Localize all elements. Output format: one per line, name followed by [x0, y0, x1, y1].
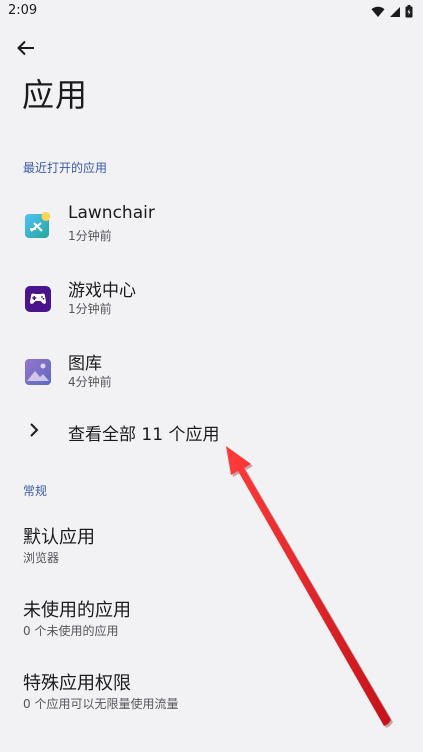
recent-app-game-center[interactable]: 游戏中心 1分钟前	[0, 276, 423, 336]
chevron-right-icon	[26, 422, 42, 438]
recent-apps-header: 最近打开的应用	[23, 161, 108, 175]
recent-app-gallery[interactable]: 图库 4分钟前	[0, 349, 423, 409]
app-last-used-game-center: 1分钟前	[68, 302, 112, 316]
gallery-app-icon	[24, 357, 52, 385]
unused-apps-title: 未使用的应用	[23, 600, 131, 621]
arrow-back-icon	[17, 40, 35, 60]
special-app-access-title: 特殊应用权限	[23, 673, 131, 694]
app-name-gallery: 图库	[68, 354, 102, 374]
special-app-access-item[interactable]: 特殊应用权限 0 个应用可以无限量使用流量	[0, 669, 423, 719]
see-all-apps-label: 查看全部 11 个应用	[68, 425, 220, 445]
lawnchair-app-icon	[24, 211, 52, 239]
default-apps-summary: 浏览器	[23, 551, 60, 565]
see-all-apps-button[interactable]: 查看全部 11 个应用	[0, 418, 423, 446]
back-button[interactable]	[10, 34, 42, 66]
default-apps-item[interactable]: 默认应用 浏览器	[0, 523, 423, 573]
status-time: 2:09	[8, 3, 38, 18]
battery-icon	[405, 3, 413, 22]
unused-apps-item[interactable]: 未使用的应用 0 个未使用的应用	[0, 596, 423, 646]
status-icons	[371, 4, 413, 20]
app-last-used-lawnchair: 1分钟前	[68, 229, 112, 243]
recent-app-lawnchair[interactable]: Lawnchair 1分钟前	[0, 203, 423, 263]
app-name-game-center: 游戏中心	[68, 281, 136, 301]
app-name-lawnchair: Lawnchair	[68, 203, 155, 223]
cellular-signal-icon	[389, 3, 401, 22]
status-bar: 2:09	[0, 0, 423, 24]
wifi-icon	[371, 3, 385, 22]
app-last-used-gallery: 4分钟前	[68, 375, 112, 389]
unused-apps-summary: 0 个未使用的应用	[23, 624, 119, 638]
default-apps-title: 默认应用	[23, 527, 95, 548]
special-app-access-summary: 0 个应用可以无限量使用流量	[23, 697, 179, 711]
page-title: 应用	[22, 76, 89, 114]
general-section-header: 常规	[23, 484, 48, 498]
game-center-app-icon	[24, 284, 52, 312]
